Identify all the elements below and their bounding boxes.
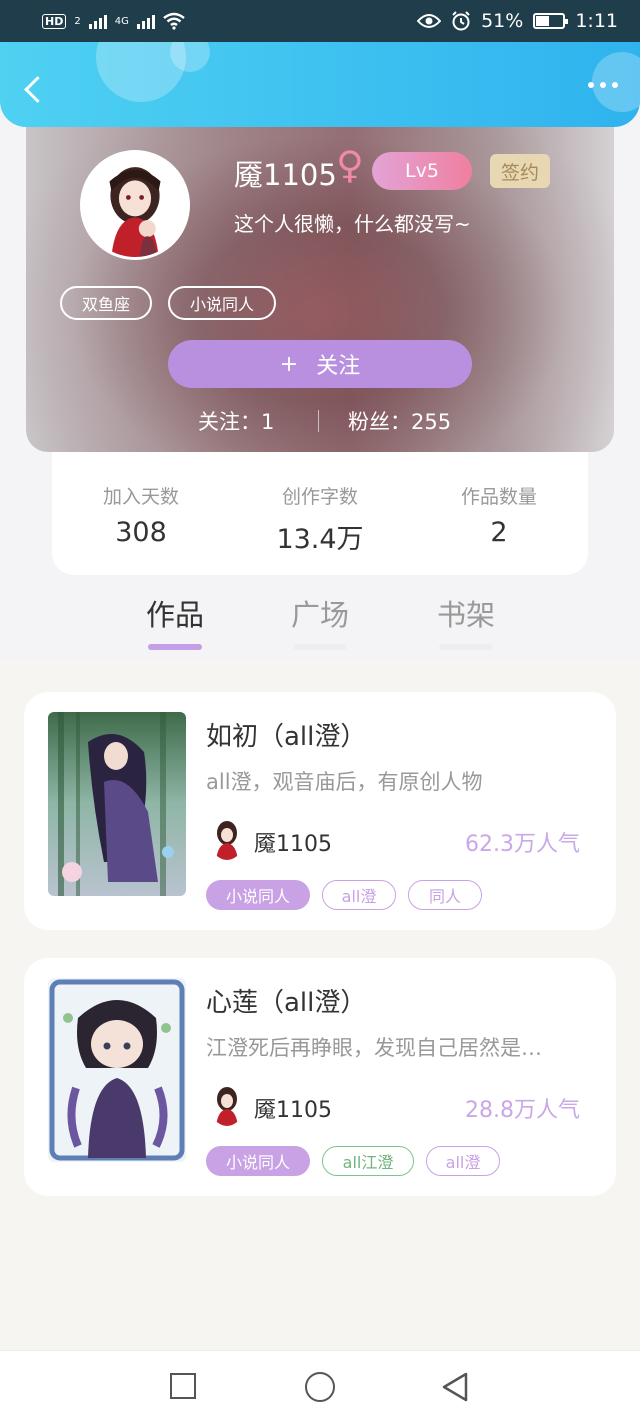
- tab-indicator: [293, 644, 347, 650]
- stat-word-count: 创作字数 13.4万: [231, 482, 409, 556]
- work-tag[interactable]: all澄: [322, 880, 396, 910]
- stat-value: 13.4万: [276, 524, 364, 555]
- author-avatar: [210, 818, 244, 860]
- profile-card: 魇1105 ♀ Lv5 签约 这个人很懒，什么都没写~ 双鱼座 小说同人 + 关…: [26, 104, 614, 452]
- network-badge: HD: [42, 13, 67, 29]
- work-description: all澄，观音庙后，有原创人物: [206, 770, 483, 794]
- follow-button[interactable]: + 关注: [168, 340, 472, 388]
- stats-card: 加入天数 308 创作字数 13.4万 作品数量 2: [52, 440, 588, 575]
- work-title: 如初（all澄）: [206, 722, 367, 752]
- more-button[interactable]: [588, 82, 618, 88]
- follow-label: 关注: [316, 354, 361, 379]
- tab-bookshelf[interactable]: 书架: [411, 592, 521, 634]
- work-description: 江澄死后再睁眼，发现自己居然是…: [206, 1036, 542, 1060]
- stat-label: 作品数量: [460, 486, 537, 508]
- stat-works-count: 作品数量 2: [410, 482, 588, 548]
- back-button[interactable]: [22, 74, 46, 104]
- profile-tag[interactable]: 双鱼座: [60, 286, 152, 320]
- fans-count[interactable]: 粉丝：255: [348, 406, 451, 436]
- battery-icon: [533, 13, 569, 29]
- signal-type: 4G: [114, 15, 129, 27]
- username: 魇1105: [234, 158, 337, 192]
- profile-tag[interactable]: 小说同人: [168, 286, 276, 320]
- tab-indicator: [148, 644, 202, 650]
- work-author: 魇1105: [254, 832, 332, 857]
- work-card[interactable]: 如初（all澄） all澄，观音庙后，有原创人物 魇1105 62.3万人气 小…: [24, 692, 616, 930]
- system-nav-bar: [0, 1350, 640, 1422]
- female-icon: ♀: [336, 143, 364, 187]
- work-cover-image: [48, 712, 186, 896]
- avatar[interactable]: [80, 150, 190, 260]
- stat-value: 2: [490, 517, 508, 548]
- work-tag[interactable]: all江澄: [322, 1146, 414, 1176]
- plus-icon: +: [279, 351, 299, 377]
- recent-apps-button[interactable]: [170, 1373, 196, 1399]
- signed-badge: 签约: [490, 154, 550, 188]
- tab-works[interactable]: 作品: [120, 592, 230, 634]
- stat-join-days: 加入天数 308: [52, 482, 230, 548]
- eye-icon: [417, 14, 442, 28]
- wifi-icon: [163, 12, 185, 30]
- work-card[interactable]: 心莲（all澄） 江澄死后再睁眼，发现自己居然是… 魇1105 28.8万人气 …: [24, 958, 616, 1196]
- following-count[interactable]: 关注：1: [198, 406, 274, 436]
- signal-icon: [88, 13, 107, 29]
- home-button[interactable]: [305, 1372, 335, 1402]
- stat-label: 创作字数: [281, 486, 358, 508]
- work-popularity: 62.3万人气: [465, 832, 580, 857]
- work-tag[interactable]: 同人: [408, 880, 482, 910]
- clock: 1:11: [575, 10, 618, 32]
- tab-indicator: [439, 644, 493, 650]
- work-cover-image: [48, 978, 186, 1162]
- work-popularity: 28.8万人气: [465, 1098, 580, 1123]
- work-tag[interactable]: 小说同人: [206, 1146, 310, 1176]
- network-sub: 2: [74, 15, 81, 27]
- back-triangle-icon[interactable]: [440, 1371, 470, 1403]
- top-app-bar: [0, 42, 640, 127]
- battery-percent: 51%: [481, 10, 524, 32]
- signal-icon: [136, 13, 155, 29]
- work-title: 心莲（all澄）: [206, 988, 367, 1018]
- stat-label: 加入天数: [102, 486, 179, 508]
- tab-square[interactable]: 广场: [265, 592, 375, 634]
- bio-text: 这个人很懒，什么都没写~: [234, 212, 471, 236]
- work-tag[interactable]: 小说同人: [206, 880, 310, 910]
- work-tag[interactable]: all澄: [426, 1146, 500, 1176]
- divider: [318, 410, 319, 432]
- author-avatar: [210, 1084, 244, 1126]
- work-author: 魇1105: [254, 1098, 332, 1123]
- level-badge: Lv5: [372, 152, 472, 190]
- stat-value: 308: [115, 517, 167, 548]
- status-bar: HD 2 4G 51% 1:11: [0, 0, 640, 42]
- alarm-icon: [452, 11, 470, 31]
